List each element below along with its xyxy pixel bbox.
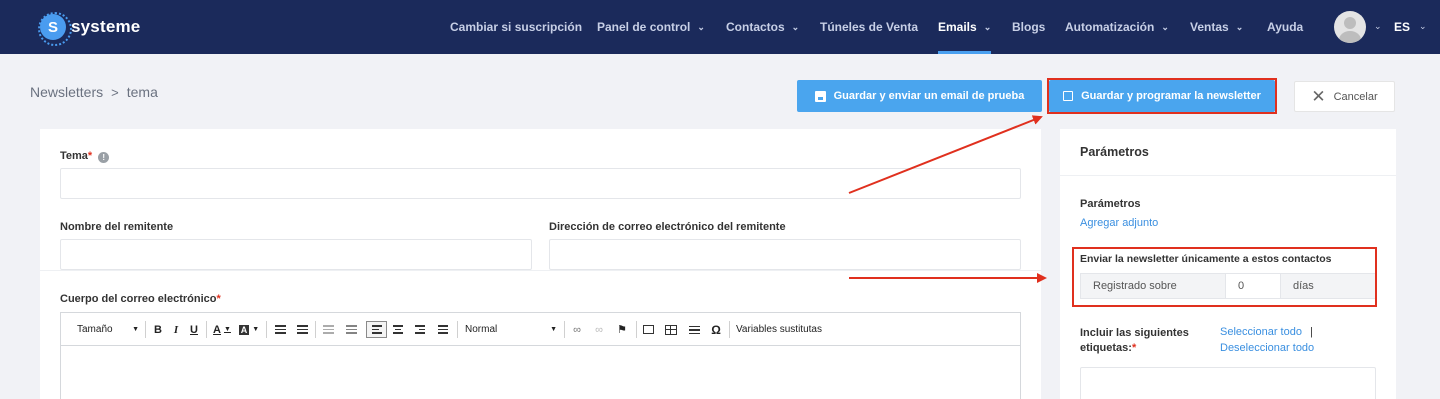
toolbar-separator [266, 321, 267, 338]
systeme-logo[interactable]: S systeme [38, 12, 141, 46]
font-size-dropdown[interactable]: Tamaño ▼ [77, 321, 139, 338]
flag-icon[interactable]: ⚑ [615, 321, 629, 338]
bold-button[interactable]: B [151, 321, 165, 338]
parameters-panel: Parámetros Parámetros Agregar adjunto En… [1060, 129, 1396, 399]
align-justify-icon[interactable] [436, 321, 450, 338]
table-icon[interactable] [664, 321, 678, 338]
indent-icon[interactable] [344, 321, 358, 338]
chevron-down-icon: ⌄ [1161, 21, 1169, 32]
link-separator: | [1310, 326, 1313, 338]
subject-input[interactable] [60, 168, 1021, 199]
nav-item-blogs[interactable]: Blogs [1012, 0, 1045, 54]
info-icon[interactable]: ! [98, 152, 110, 163]
toolbar-separator [206, 321, 207, 338]
nav-item-contactos[interactable]: Contactos ⌄ [726, 0, 799, 54]
subject-label: Tema*! [60, 150, 110, 163]
parameters-header: Parámetros [1060, 129, 1396, 176]
registered-label: Registrado sobre [1093, 280, 1177, 292]
chevron-down-icon[interactable]: ⌄ [1374, 21, 1382, 32]
toolbar-separator [729, 321, 730, 338]
sender-name-input[interactable] [60, 239, 532, 270]
align-left-icon[interactable] [366, 321, 387, 338]
nav-item-emails[interactable]: Emails ⌄ [938, 0, 992, 54]
horizontal-rule-icon[interactable] [687, 321, 701, 338]
editor-toolbar: Tamaño ▼ B I U A ▼ A ▼ Normal ▼ ∞ ∞ ⚑ Ω … [61, 313, 1020, 346]
parameters-section-label: Parámetros [1080, 198, 1141, 210]
include-tags-label: Incluir las siguientes etiquetas:* [1080, 327, 1189, 354]
chevron-down-icon: ⌄ [697, 21, 705, 32]
sender-email-input[interactable] [549, 239, 1021, 270]
calendar-icon [1063, 91, 1074, 101]
align-right-icon[interactable] [413, 321, 427, 338]
outdent-icon[interactable] [321, 321, 335, 338]
chevron-down-icon: ⌄ [983, 21, 992, 32]
breadcrumb-current: tema [126, 84, 158, 100]
select-all-link[interactable]: Seleccionar todo [1220, 326, 1302, 338]
nav-item-panel-de-control[interactable]: Panel de control ⌄ [597, 0, 705, 54]
toolbar-separator [145, 321, 146, 338]
email-body-label: Cuerpo del correo electrónico* [60, 293, 221, 305]
image-icon[interactable] [641, 321, 655, 338]
chevron-down-icon: ⌄ [791, 21, 800, 32]
language-selector[interactable]: ES [1394, 20, 1410, 34]
days-unit: días [1293, 280, 1314, 292]
unlink-icon[interactable]: ∞ [592, 321, 606, 338]
breadcrumb: Newsletters > tema [30, 84, 158, 100]
numbered-list-icon[interactable] [273, 321, 287, 338]
chevron-down-icon[interactable]: ⌄ [1419, 21, 1427, 32]
days-input[interactable]: 0 [1225, 274, 1281, 298]
tags-input[interactable] [1080, 367, 1376, 399]
bulleted-list-icon[interactable] [295, 321, 309, 338]
section-divider [40, 270, 1041, 271]
underline-button[interactable]: U [187, 321, 201, 338]
nav-item-ventas[interactable]: Ventas ⌄ [1190, 0, 1243, 54]
nav-item-ayuda[interactable]: Ayuda [1267, 0, 1303, 54]
email-body-editor[interactable]: Tamaño ▼ B I U A ▼ A ▼ Normal ▼ ∞ ∞ ⚑ Ω … [60, 312, 1021, 399]
breadcrumb-newsletters[interactable]: Newsletters [30, 84, 103, 100]
sender-name-label: Nombre del remitente [60, 221, 174, 233]
nav-item-cambiar-suscripcion[interactable]: Cambiar si suscripción [450, 0, 582, 54]
toolbar-separator [636, 321, 637, 338]
nav-item-tuneles-de-venta[interactable]: Túneles de Venta [820, 0, 918, 54]
background-color-button[interactable]: A ▼ [237, 321, 261, 338]
special-character-icon[interactable]: Ω [709, 321, 723, 338]
format-dropdown[interactable]: Normal ▼ [465, 321, 557, 338]
sender-email-label: Dirección de correo electrónico del remi… [549, 221, 786, 233]
parameters-title: Parámetros [1080, 145, 1149, 159]
save-and-send-test-button[interactable]: Guardar y enviar un email de prueba [797, 80, 1042, 112]
link-icon[interactable]: ∞ [570, 321, 584, 338]
toolbar-separator [315, 321, 316, 338]
brand-name: systeme [71, 17, 141, 36]
toolbar-separator [457, 321, 458, 338]
nav-item-automatizacion[interactable]: Automatización ⌄ [1065, 0, 1169, 54]
send-only-label: Enviar la newsletter únicamente a estos … [1080, 253, 1332, 265]
close-icon: ✕ [1311, 86, 1326, 106]
user-avatar[interactable] [1334, 11, 1366, 43]
top-navbar: S systeme Cambiar si suscripción Panel d… [0, 0, 1440, 54]
cancel-button[interactable]: ✕ Cancelar [1294, 81, 1395, 112]
deselect-all-link[interactable]: Deseleccionar todo [1220, 342, 1314, 354]
add-attachment-link[interactable]: Agregar adjunto [1080, 217, 1158, 229]
save-and-schedule-button[interactable]: Guardar y programar la newsletter [1049, 80, 1275, 112]
font-color-button[interactable]: A ▼ [211, 321, 233, 338]
toolbar-separator [564, 321, 565, 338]
italic-button[interactable]: I [169, 321, 183, 338]
email-form-card: Tema*! Nombre del remitente Dirección de… [40, 129, 1041, 399]
variables-dropdown[interactable]: Variables sustitutas [736, 321, 822, 338]
breadcrumb-separator: > [111, 84, 119, 100]
logo-mark-icon: S [38, 12, 72, 46]
registered-filter: Registrado sobre 0 días [1080, 273, 1376, 299]
align-center-icon[interactable] [391, 321, 405, 338]
chevron-down-icon: ⌄ [1235, 21, 1244, 32]
save-icon [814, 90, 826, 102]
